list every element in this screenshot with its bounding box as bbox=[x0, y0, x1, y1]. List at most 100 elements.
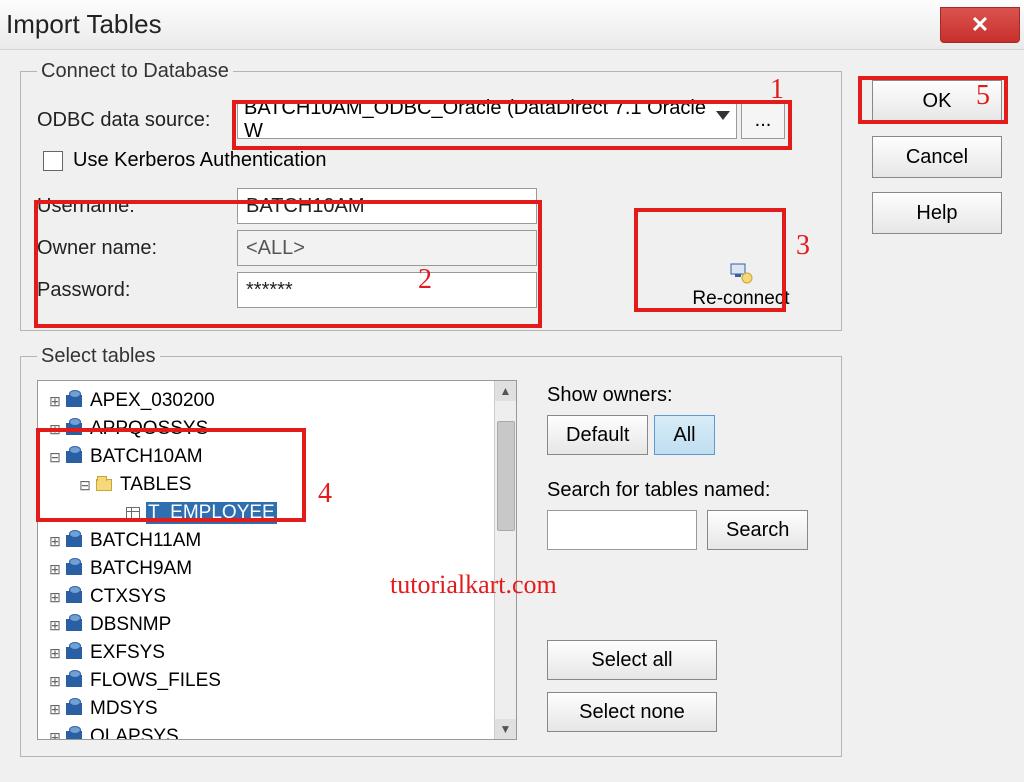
tree-node-label: OLAPSYS bbox=[88, 726, 181, 740]
tree-schema-node[interactable]: ⊞ APEX_030200 bbox=[42, 387, 512, 415]
show-owners-label: Show owners: bbox=[547, 384, 808, 407]
tree-expander-icon[interactable]: ⊞ bbox=[48, 533, 62, 550]
select-all-button[interactable]: Select all bbox=[547, 640, 717, 680]
tree-expander-icon[interactable]: ⊞ bbox=[48, 589, 62, 606]
owner-name-field[interactable]: <ALL> bbox=[237, 230, 537, 266]
kerberos-label: Use Kerberos Authentication bbox=[73, 149, 327, 172]
tree-expander-icon[interactable]: ⊞ bbox=[48, 729, 62, 741]
dialog-content: Connect to Database ODBC data source: BA… bbox=[20, 60, 1004, 776]
owner-label: Owner name: bbox=[37, 237, 237, 260]
odbc-data-source-combo[interactable]: BATCH10AM_ODBC_Oracle (DataDirect 7.1 Or… bbox=[237, 101, 737, 139]
tree-folder-node[interactable]: ⊟ TABLES bbox=[42, 471, 512, 499]
show-owners-default-button[interactable]: Default bbox=[547, 415, 648, 455]
search-tables-label: Search for tables named: bbox=[547, 479, 808, 502]
schema-icon bbox=[66, 591, 82, 603]
show-owners-all-button[interactable]: All bbox=[654, 415, 714, 455]
tree-expander-icon[interactable]: ⊟ bbox=[48, 449, 62, 466]
tree-node-label: APPQOSSYS bbox=[88, 418, 210, 440]
kerberos-checkbox[interactable] bbox=[43, 151, 63, 171]
schema-icon bbox=[66, 619, 82, 631]
table-icon bbox=[126, 507, 140, 519]
scroll-thumb[interactable] bbox=[497, 421, 515, 531]
tree-expander-icon[interactable]: ⊞ bbox=[48, 617, 62, 634]
schema-icon bbox=[66, 647, 82, 659]
reconnect-icon bbox=[729, 262, 753, 284]
select-none-button[interactable]: Select none bbox=[547, 692, 717, 732]
username-label: Username: bbox=[37, 195, 237, 218]
tree-node-label: DBSNMP bbox=[88, 614, 173, 636]
help-button[interactable]: Help bbox=[872, 192, 1002, 234]
password-value: ****** bbox=[246, 279, 293, 302]
tree-schema-node[interactable]: ⊞ OLAPSYS bbox=[42, 723, 512, 740]
folder-icon bbox=[96, 479, 112, 491]
tree-table-node[interactable]: T_EMPLOYEE bbox=[42, 499, 512, 527]
username-field[interactable]: BATCH10AM bbox=[237, 188, 537, 224]
reconnect-button[interactable]: Re-connect bbox=[671, 253, 811, 313]
tree-schema-node[interactable]: ⊞ BATCH9AM bbox=[42, 555, 512, 583]
scroll-down-icon[interactable]: ▼ bbox=[495, 719, 516, 739]
tree-node-label: EXFSYS bbox=[88, 642, 167, 664]
tree-node-label: MDSYS bbox=[88, 698, 160, 720]
search-button[interactable]: Search bbox=[707, 510, 808, 550]
username-value: BATCH10AM bbox=[246, 195, 365, 218]
schema-icon bbox=[66, 703, 82, 715]
search-tables-input[interactable] bbox=[547, 510, 697, 550]
scroll-up-icon[interactable]: ▲ bbox=[495, 381, 516, 401]
tree-node-label: BATCH9AM bbox=[88, 558, 194, 580]
titlebar: Import Tables ✕ bbox=[0, 0, 1024, 50]
connect-to-database-group: Connect to Database ODBC data source: BA… bbox=[20, 60, 842, 331]
tree-node-label: BATCH11AM bbox=[88, 530, 203, 552]
tree-expander-icon[interactable]: ⊞ bbox=[48, 701, 62, 718]
tables-tree[interactable]: ⊞ APEX_030200 ⊞ APPQOSSYS ⊟ BATCH10AM ⊟ TABLES T… bbox=[37, 380, 517, 740]
tree-schema-node[interactable]: ⊞ CTXSYS bbox=[42, 583, 512, 611]
schema-icon bbox=[66, 675, 82, 687]
window-close-button[interactable]: ✕ bbox=[940, 7, 1020, 43]
tree-expander-icon[interactable]: ⊞ bbox=[48, 393, 62, 410]
tree-expander-icon[interactable]: ⊞ bbox=[48, 421, 62, 438]
schema-icon bbox=[66, 423, 82, 435]
schema-icon bbox=[66, 395, 82, 407]
select-tables-right-column: Show owners: Default All Search for tabl… bbox=[547, 380, 808, 740]
tree-node-label: APEX_030200 bbox=[88, 390, 217, 412]
close-icon: ✕ bbox=[971, 12, 989, 38]
chevron-down-icon bbox=[716, 111, 730, 120]
tree-schema-node[interactable]: ⊞ MDSYS bbox=[42, 695, 512, 723]
tree-schema-node[interactable]: ⊞ DBSNMP bbox=[42, 611, 512, 639]
tree-schema-node[interactable]: ⊞ BATCH11AM bbox=[42, 527, 512, 555]
tree-node-label: FLOWS_FILES bbox=[88, 670, 223, 692]
tree-expander-icon[interactable]: ⊞ bbox=[48, 673, 62, 690]
owner-value: <ALL> bbox=[246, 237, 305, 260]
odbc-browse-button[interactable]: ... bbox=[741, 101, 785, 139]
connect-legend: Connect to Database bbox=[37, 60, 233, 83]
cancel-button[interactable]: Cancel bbox=[872, 136, 1002, 178]
tree-node-label: BATCH10AM bbox=[88, 446, 205, 468]
schema-icon bbox=[66, 535, 82, 547]
schema-icon bbox=[66, 451, 82, 463]
tree-schema-node[interactable]: ⊟ BATCH10AM bbox=[42, 443, 512, 471]
odbc-data-source-value: BATCH10AM_ODBC_Oracle (DataDirect 7.1 Or… bbox=[244, 97, 730, 143]
kerberos-checkbox-row[interactable]: Use Kerberos Authentication bbox=[43, 149, 825, 172]
tree-node-label: TABLES bbox=[118, 474, 193, 496]
tree-schema-node[interactable]: ⊞ FLOWS_FILES bbox=[42, 667, 512, 695]
tree-expander-icon[interactable]: ⊟ bbox=[78, 477, 92, 494]
select-tables-group: Select tables ⊞ APEX_030200 ⊞ APPQOSSYS ⊟ BAT… bbox=[20, 345, 842, 757]
tree-node-label: CTXSYS bbox=[88, 586, 168, 608]
window-title: Import Tables bbox=[6, 9, 162, 40]
password-label: Password: bbox=[37, 279, 237, 302]
tree-expander-icon[interactable]: ⊞ bbox=[48, 561, 62, 578]
tree-schema-node[interactable]: ⊞ APPQOSSYS bbox=[42, 415, 512, 443]
import-tables-window: Import Tables ✕ Connect to Database ODBC… bbox=[0, 0, 1024, 782]
ok-button[interactable]: OK bbox=[872, 80, 1002, 122]
tree-expander-icon[interactable]: ⊞ bbox=[48, 645, 62, 662]
odbc-label: ODBC data source: bbox=[37, 109, 237, 132]
reconnect-label: Re-connect bbox=[692, 288, 789, 309]
tree-scrollbar[interactable]: ▲ ▼ bbox=[494, 381, 516, 739]
schema-icon bbox=[66, 731, 82, 740]
password-field[interactable]: ****** bbox=[237, 272, 537, 308]
select-legend: Select tables bbox=[37, 345, 160, 368]
ellipsis-icon: ... bbox=[755, 109, 772, 132]
tree-node-label: T_EMPLOYEE bbox=[146, 502, 277, 524]
schema-icon bbox=[66, 563, 82, 575]
dialog-buttons: OK Cancel Help bbox=[872, 80, 1002, 234]
tree-schema-node[interactable]: ⊞ EXFSYS bbox=[42, 639, 512, 667]
